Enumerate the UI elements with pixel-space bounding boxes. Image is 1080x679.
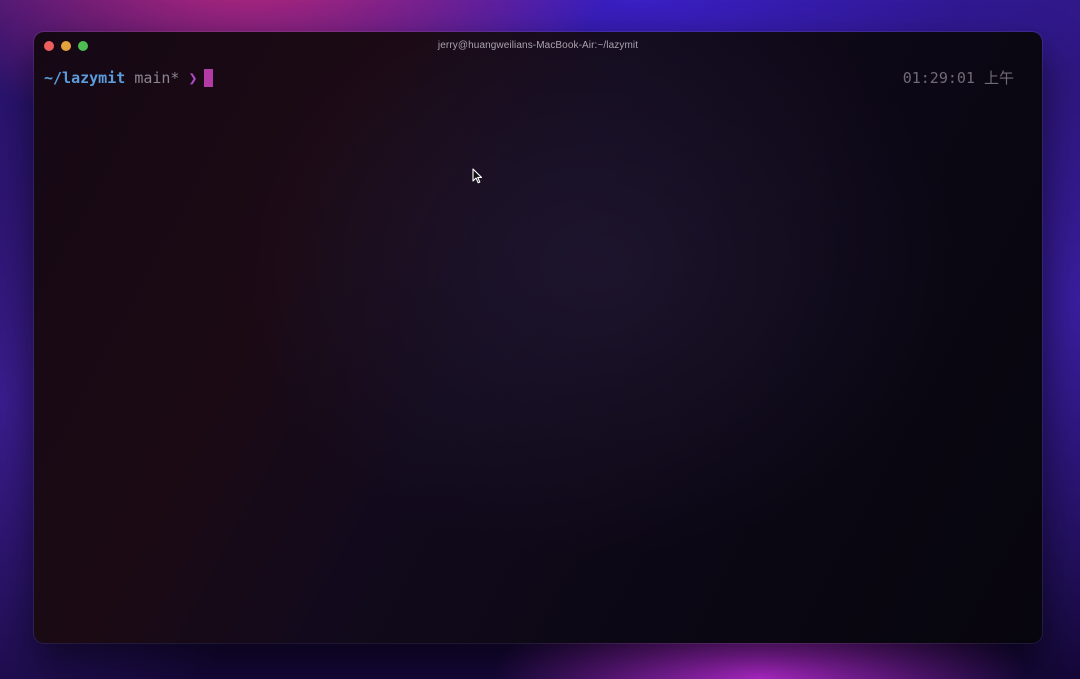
zoom-button[interactable] [78,41,88,51]
prompt-git-branch: main* [134,69,180,87]
window-title: jerry@huangweilians-MacBook-Air:~/lazymi… [437,40,639,51]
window-controls [44,41,88,51]
terminal-window[interactable]: jerry@huangweilians-MacBook-Air:~/lazymi… [34,32,1042,643]
close-button[interactable] [44,41,54,51]
mouse-pointer-icon [472,168,482,184]
minimize-button[interactable] [61,41,71,51]
prompt-line: ~/lazymit main* ❯ [44,68,213,88]
terminal-area[interactable]: ~/lazymit main* ❯ 01:29:01 上午 [34,60,1042,643]
window-titlebar[interactable]: jerry@huangweilians-MacBook-Air:~/lazymi… [34,32,1042,60]
prompt-symbol: ❯ [188,69,198,87]
desktop-wallpaper: jerry@huangweilians-MacBook-Air:~/lazymi… [0,0,1080,679]
prompt-cwd: ~/lazymit [44,69,126,87]
prompt-clock: 01:29:01 上午 [902,69,1014,87]
text-cursor [203,69,213,87]
